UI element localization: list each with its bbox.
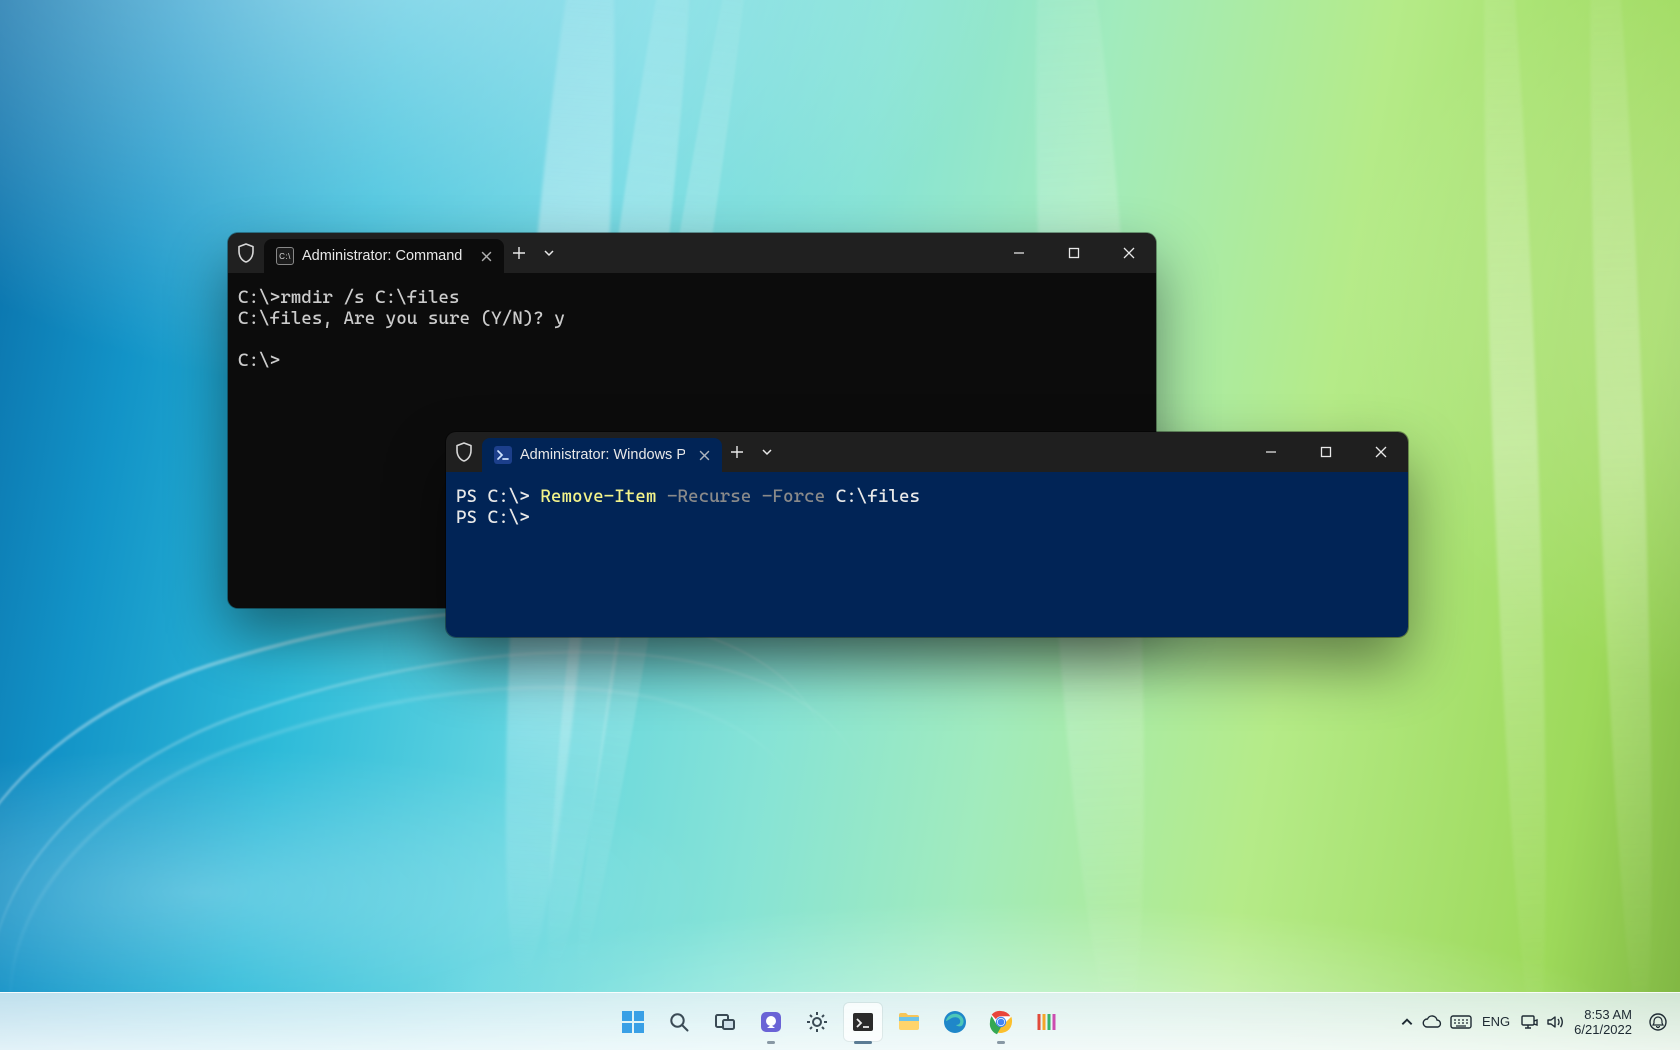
tab-dropdown-button[interactable] xyxy=(534,239,564,267)
taskbar-app-settings[interactable] xyxy=(798,1003,836,1041)
titlebar[interactable]: C:\ Administrator: Command Pro xyxy=(228,233,1156,273)
tab-powershell[interactable]: Administrator: Windows Powe xyxy=(482,438,722,472)
tray-overflow-icon[interactable] xyxy=(1400,1015,1414,1029)
clock[interactable]: 8:53 AM 6/21/2022 xyxy=(1574,1007,1632,1037)
volume-icon[interactable] xyxy=(1546,1014,1564,1030)
notifications-icon[interactable] xyxy=(1648,1012,1668,1032)
task-view-button[interactable] xyxy=(706,1003,744,1041)
terminal-body-powershell[interactable]: PS C:\> Remove-Item -Recurse -Force C:\f… xyxy=(446,472,1408,637)
network-icon[interactable] xyxy=(1520,1014,1538,1030)
tab-title: Administrator: Windows Powe xyxy=(520,447,685,463)
maximize-button[interactable] xyxy=(1298,432,1353,472)
new-tab-button[interactable] xyxy=(722,438,752,466)
close-button[interactable] xyxy=(1101,233,1156,273)
clock-date: 6/21/2022 xyxy=(1574,1022,1632,1037)
maximize-button[interactable] xyxy=(1046,233,1101,273)
taskbar-app-chat[interactable] xyxy=(752,1003,790,1041)
keyboard-icon[interactable] xyxy=(1450,1014,1472,1030)
start-button[interactable] xyxy=(614,1003,652,1041)
desktop: C:\ Administrator: Command Pro xyxy=(0,0,1680,1050)
titlebar[interactable]: Administrator: Windows Powe xyxy=(446,432,1408,472)
tab-title: Administrator: Command Pro xyxy=(302,248,467,264)
taskbar-app-edge[interactable] xyxy=(936,1003,974,1041)
language-indicator[interactable]: ENG xyxy=(1482,1014,1510,1029)
shield-icon xyxy=(234,241,258,265)
taskbar[interactable]: ENG 8:53 AM 6/21/2022 xyxy=(0,992,1680,1050)
search-button[interactable] xyxy=(660,1003,698,1041)
minimize-button[interactable] xyxy=(991,233,1046,273)
tab-close-icon[interactable] xyxy=(699,450,710,461)
clock-time: 8:53 AM xyxy=(1584,1007,1632,1022)
taskbar-app-chrome[interactable] xyxy=(982,1003,1020,1041)
window-powershell[interactable]: Administrator: Windows Powe xyxy=(446,432,1408,637)
onedrive-icon[interactable] xyxy=(1422,1015,1442,1029)
powershell-icon xyxy=(494,446,512,464)
cmd-icon: C:\ xyxy=(276,247,294,265)
taskbar-app-generic[interactable] xyxy=(1028,1003,1066,1041)
system-tray[interactable]: ENG 8:53 AM 6/21/2022 xyxy=(1400,1007,1674,1037)
tab-close-icon[interactable] xyxy=(481,251,492,262)
taskbar-center-group xyxy=(614,1003,1066,1041)
tab-dropdown-button[interactable] xyxy=(752,438,782,466)
tab-cmd[interactable]: C:\ Administrator: Command Pro xyxy=(264,239,504,273)
shield-icon xyxy=(452,440,476,464)
close-button[interactable] xyxy=(1353,432,1408,472)
minimize-button[interactable] xyxy=(1243,432,1298,472)
taskbar-app-terminal[interactable] xyxy=(844,1003,882,1041)
new-tab-button[interactable] xyxy=(504,239,534,267)
taskbar-app-file-explorer[interactable] xyxy=(890,1003,928,1041)
